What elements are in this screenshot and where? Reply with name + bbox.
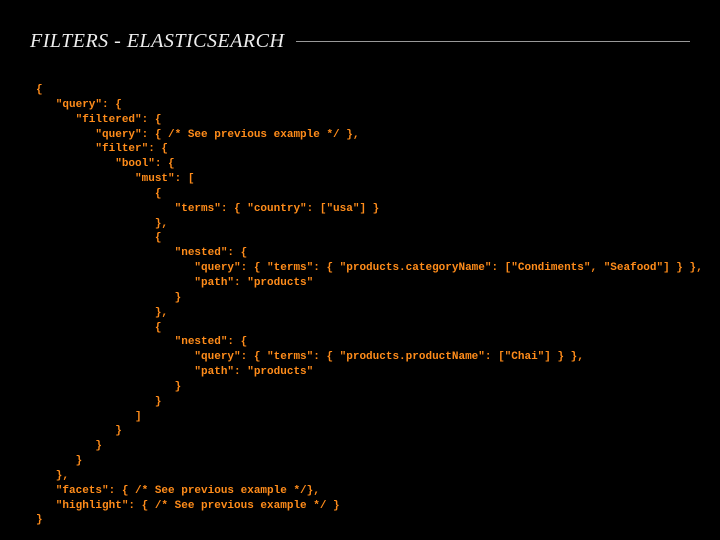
slide: FILTERS - ELASTICSEARCH { "query": { "fi… <box>0 0 720 540</box>
slide-title: FILTERS - ELASTICSEARCH <box>30 30 284 53</box>
title-divider <box>296 41 690 42</box>
code-block: { "query": { "filtered": { "query": { /*… <box>36 83 690 528</box>
title-row: FILTERS - ELASTICSEARCH <box>30 30 690 53</box>
